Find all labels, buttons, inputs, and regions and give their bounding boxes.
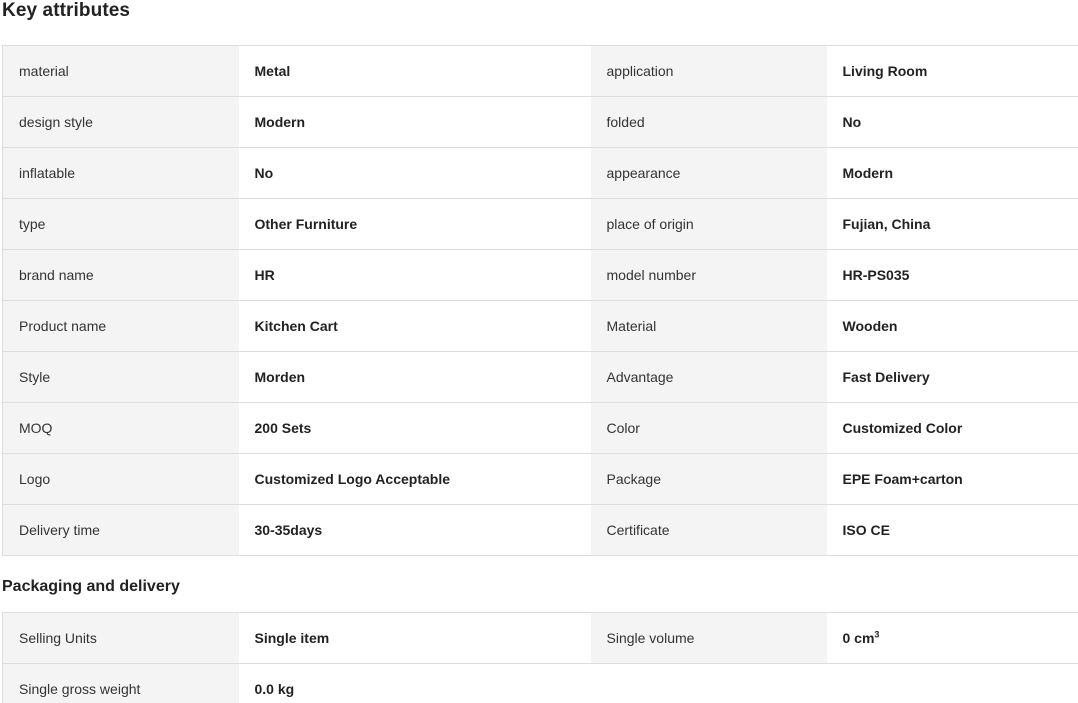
attribute-value: Metal — [238, 45, 591, 97]
key-attributes-body: material Metal application Living Room desig… — [2, 45, 1078, 556]
attribute-label: Package — [590, 453, 827, 505]
attribute-label: Style — [2, 351, 239, 403]
attribute-value: No — [238, 147, 591, 199]
table-row: brand name HR model number HR-PS035 — [2, 249, 1078, 301]
attribute-value: Modern — [238, 96, 591, 148]
table-row: Delivery time 30-35days Certificate ISO CE — [2, 504, 1078, 556]
attribute-value: Modern — [826, 147, 1078, 199]
attribute-value: HR — [238, 249, 591, 301]
attribute-value: EPE Foam+carton — [826, 453, 1078, 505]
empty-cell — [826, 663, 1078, 703]
attribute-value: HR-PS035 — [826, 249, 1078, 301]
gross-weight-label: Single gross weight — [2, 663, 239, 703]
attribute-value: Wooden — [826, 300, 1078, 352]
attribute-label: application — [590, 45, 827, 97]
attribute-label: Advantage — [590, 351, 827, 403]
attribute-label: Certificate — [590, 504, 827, 556]
attribute-value: Customized Color — [826, 402, 1078, 454]
attribute-value: Living Room — [826, 45, 1078, 97]
single-volume-cell: 0 cm3 — [826, 612, 1078, 664]
attribute-value: Fast Delivery — [826, 351, 1078, 403]
table-row: inflatable No appearance Modern — [2, 147, 1078, 199]
attribute-value: Other Furniture — [238, 198, 591, 250]
key-attributes-title: Key attributes — [2, 0, 131, 21]
attribute-value: No — [826, 96, 1078, 148]
product-attributes-page: Key attributes material Metal application L… — [0, 0, 1078, 703]
volume-unit-exponent: 3 — [874, 629, 880, 640]
packaging-delivery-title: Packaging and delivery — [2, 578, 180, 595]
table-row: type Other Furniture place of origin Fujian… — [2, 198, 1078, 250]
single-volume-label: Single volume — [590, 612, 827, 664]
attribute-label: material — [2, 45, 239, 97]
attribute-label: folded — [590, 96, 827, 148]
attribute-label: Color — [590, 402, 827, 454]
table-row: Product name Kitchen Cart Material Wooden — [2, 300, 1078, 352]
single-volume-value: 0 cm — [842, 630, 875, 646]
attribute-label: MOQ — [2, 402, 239, 454]
attribute-label: brand name — [2, 249, 239, 301]
key-attributes-table: material Metal application Living Room desig… — [2, 45, 1078, 556]
table-row: Selling Units Single item Single volume … — [2, 612, 1078, 664]
attribute-value: 200 Sets — [238, 402, 591, 454]
attribute-label: inflatable — [2, 147, 239, 199]
attribute-value: Morden — [238, 351, 591, 403]
attribute-label: design style — [2, 96, 239, 148]
empty-cell — [590, 663, 827, 703]
packaging-delivery-table: Selling Units Single item Single volume … — [2, 612, 1078, 703]
attribute-value: Fujian, China — [826, 198, 1078, 250]
table-row: Style Morden Advantage Fast Delivery — [2, 351, 1078, 403]
attribute-value: 30-35days — [238, 504, 591, 556]
attribute-value: Kitchen Cart — [238, 300, 591, 352]
selling-units-value: Single item — [238, 612, 591, 664]
selling-units-label: Selling Units — [2, 612, 239, 664]
attribute-value: ISO CE — [826, 504, 1078, 556]
attribute-label: Delivery time — [2, 504, 239, 556]
table-row: Single gross weight 0.0 kg — [2, 663, 1078, 703]
table-row: design style Modern folded No — [2, 96, 1078, 148]
attribute-label: Product name — [2, 300, 239, 352]
attribute-label: Material — [590, 300, 827, 352]
table-row: MOQ 200 Sets Color Customized Color — [2, 402, 1078, 454]
attribute-label: type — [2, 198, 239, 250]
gross-weight-value: 0.0 kg — [238, 663, 591, 703]
attribute-label: place of origin — [590, 198, 827, 250]
attribute-label: appearance — [590, 147, 827, 199]
attribute-value: Customized Logo Acceptable — [238, 453, 591, 505]
table-row: material Metal application Living Room — [2, 45, 1078, 97]
table-row: Logo Customized Logo Acceptable Package EPE… — [2, 453, 1078, 505]
attribute-label: Logo — [2, 453, 239, 505]
attribute-label: model number — [590, 249, 827, 301]
